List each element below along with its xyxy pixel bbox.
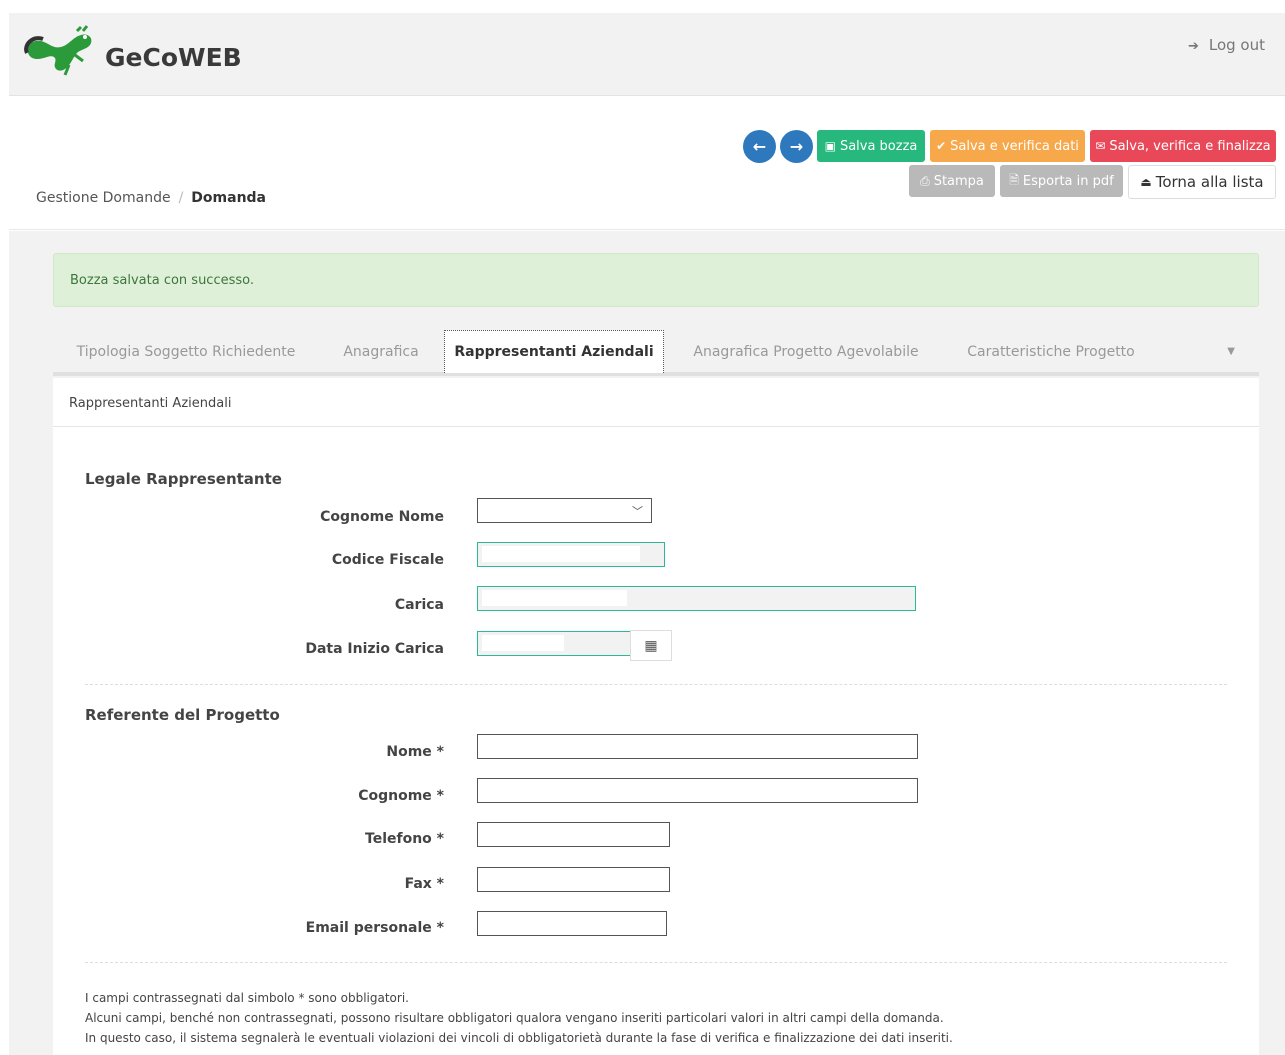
section-legale-title: Legale Rappresentante [85, 470, 282, 488]
footnote-line: I campi contrassegnati dal simbolo * son… [85, 991, 409, 1005]
email-field[interactable] [477, 911, 667, 936]
floppy-icon: ▣ [824, 139, 836, 153]
data-inizio-carica-field[interactable] [477, 631, 631, 656]
tab-anagrafica[interactable]: Anagrafica [325, 330, 437, 373]
eject-icon: ⏏ [1140, 175, 1152, 189]
save-verify-label: Salva e verifica dati [950, 138, 1079, 154]
tab-label: Caratteristiche Progetto [967, 343, 1135, 360]
cognome-field[interactable] [477, 778, 918, 803]
export-pdf-button[interactable]: 🗎 Esporta in pdf [1000, 165, 1123, 197]
tab-rappresentanti-aziendali[interactable]: Rappresentanti Aziendali [444, 330, 664, 373]
redacted-value [482, 590, 627, 606]
print-label: Stampa [933, 173, 984, 189]
codice-fiscale-label: Codice Fiscale [331, 552, 444, 568]
codice-fiscale-field[interactable] [477, 542, 665, 567]
footnote-line: In questo caso, il sistema segnalerà le … [85, 1031, 953, 1045]
next-button[interactable]: → [780, 130, 813, 163]
panel-divider [53, 426, 1259, 427]
tab-anagrafica-progetto[interactable]: Anagrafica Progetto Agevolabile [683, 330, 929, 373]
back-to-list-button[interactable]: ⏏ Torna alla lista [1128, 165, 1276, 199]
telefono-label: Telefono * [365, 831, 444, 847]
envelope-icon: ✉ [1095, 139, 1106, 153]
data-inizio-carica-label: Data Inizio Carica [305, 641, 444, 657]
tab-caratteristiche-progetto[interactable]: Caratteristiche Progetto [951, 330, 1151, 373]
save-verify-button[interactable]: ✔ Salva e verifica dati [930, 130, 1085, 162]
footnote-line: Alcuni campi, benché non contrassegnati,… [85, 1011, 944, 1025]
calendar-icon: ▦ [644, 637, 658, 654]
email-label: Email personale * [305, 920, 444, 936]
fax-field[interactable] [477, 867, 670, 892]
calendar-button[interactable]: ▦ [630, 630, 672, 661]
sign-out-icon: ➔ [1187, 39, 1199, 54]
arrow-left-icon: ← [752, 137, 767, 156]
back-to-list-label: Torna alla lista [1155, 173, 1264, 191]
footnote: I campi contrassegnati dal simbolo * son… [85, 988, 953, 1048]
cognome-nome-select[interactable]: ﹀ [477, 498, 652, 523]
breadcrumb-current: Domanda [191, 190, 267, 206]
check-icon: ✔ [936, 139, 947, 153]
tab-label: Rappresentanti Aziendali [454, 344, 654, 360]
print-icon: ⎙ [920, 173, 930, 188]
arrow-right-icon: → [789, 137, 804, 156]
breadcrumb-separator: / [178, 190, 184, 206]
section-referente-title: Referente del Progetto [85, 706, 280, 724]
save-finalize-label: Salva, verifica e finalizza [1109, 138, 1271, 154]
redacted-value [482, 546, 640, 562]
redacted-value [482, 635, 564, 651]
breadcrumb: Gestione Domande / Domanda [36, 190, 266, 206]
logout-link[interactable]: ➔ Log out [1188, 36, 1265, 54]
breadcrumb-parent[interactable]: Gestione Domande [36, 190, 171, 206]
file-pdf-icon: 🗎 [1009, 172, 1019, 187]
carica-label: Carica [394, 597, 444, 613]
chevron-down-icon: ﹀ [632, 505, 643, 518]
gecko-logo-icon [24, 25, 92, 76]
tab-bar: Tipologia Soggetto Richiedente Anagrafic… [53, 330, 1259, 376]
nome-field[interactable] [477, 734, 918, 759]
toolbar-area: Gestione Domande / Domanda [9, 96, 1285, 230]
nome-label: Nome * [386, 744, 444, 760]
tab-label: Tipologia Soggetto Richiedente [76, 343, 296, 360]
success-alert: Bozza salvata con successo. [53, 253, 1259, 307]
app-name: GeCoWEB [105, 43, 242, 72]
carica-field[interactable] [477, 586, 916, 611]
cognome-nome-label: Cognome Nome [320, 509, 444, 525]
form-panel: Rappresentanti Aziendali Legale Rapprese… [53, 378, 1259, 1055]
tab-label: Anagrafica [343, 343, 419, 360]
panel-title: Rappresentanti Aziendali [69, 396, 232, 411]
save-finalize-button[interactable]: ✉ Salva, verifica e finalizza [1090, 130, 1276, 162]
save-draft-label: Salva bozza [839, 138, 918, 154]
tabs-dropdown-caret-icon[interactable]: ▼ [1227, 346, 1235, 357]
section-divider [85, 962, 1227, 963]
section-divider [85, 684, 1227, 685]
export-pdf-label: Esporta in pdf [1022, 173, 1114, 189]
save-draft-button[interactable]: ▣ Salva bozza [817, 130, 925, 162]
cognome-label: Cognome * [358, 788, 444, 804]
tab-tipologia-soggetto[interactable]: Tipologia Soggetto Richiedente [65, 330, 307, 373]
telefono-field[interactable] [477, 822, 670, 847]
tab-label: Anagrafica Progetto Agevolabile [693, 343, 919, 360]
prev-button[interactable]: ← [743, 130, 776, 163]
print-button[interactable]: ⎙ Stampa [909, 165, 995, 197]
app-header: GeCoWEB ➔ Log out [9, 13, 1285, 96]
fax-label: Fax * [404, 876, 444, 892]
alert-message: Bozza salvata con successo. [70, 273, 255, 288]
logout-label: Log out [1208, 36, 1265, 54]
